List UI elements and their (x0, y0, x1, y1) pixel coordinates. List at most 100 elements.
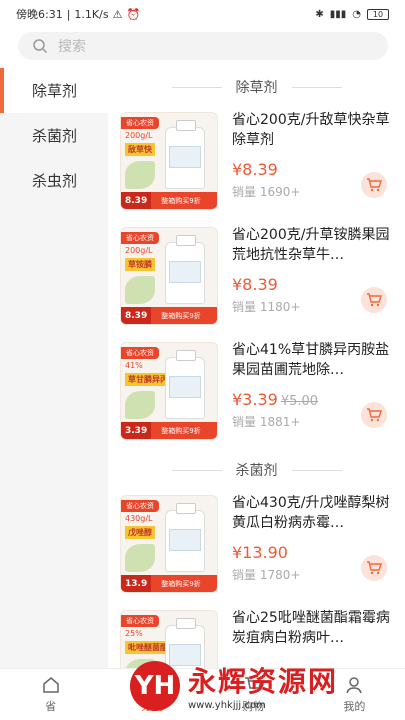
add-to-cart-button[interactable] (361, 555, 387, 581)
product-image[interactable]: 省心农资 41% 草甘膦异丙胺盐 3.39 整箱购买9折 (120, 342, 218, 440)
wifi-icon: ◔ (352, 8, 361, 20)
product-item[interactable]: 省心农资 430g/L 戊唑醇 13.9 整箱购买9折 省心430克/升戊唑醇梨… (108, 489, 405, 604)
image-price-bar: 13.9 整箱购买9折 (121, 575, 217, 592)
bottle-icon (165, 235, 205, 304)
product-price: ¥13.90 (232, 543, 288, 562)
bluetooth-icon: ✱ (315, 8, 324, 20)
product-item[interactable]: 省心农资 25% 吡唑醚菌酯 省心25吡唑醚菌酯霜霉病炭疽病白粉病叶… (108, 604, 405, 668)
add-to-cart-button[interactable] (361, 287, 387, 313)
image-spec: 200g/L (125, 131, 153, 140)
product-image[interactable]: 省心农资 430g/L 戊唑醇 13.9 整箱购买9折 (120, 495, 218, 593)
cart-icon (367, 408, 382, 422)
add-to-cart-button[interactable] (361, 402, 387, 428)
image-price-bar: 3.39 整箱购买9折 (121, 422, 217, 439)
home-icon (42, 677, 59, 693)
nav-profile[interactable]: 我的 (304, 669, 405, 720)
sidebar-item-label: 除草剂 (32, 82, 78, 100)
cart-icon (245, 677, 263, 689)
search-bar-container: 搜索 (0, 28, 405, 68)
product-title[interactable]: 省心200克/升敌草快杂草除草剂 (232, 110, 392, 150)
image-spec: 200g/L (125, 246, 153, 255)
image-bar-text: 整箱购买9折 (161, 426, 201, 435)
status-bar: 傍晚6:31 | 1.1K/s ⚠ ⏰ ✱ ▮▮▮ ◔ 10 (0, 0, 405, 28)
product-item[interactable]: 省心农资 200g/L 敌草快 8.39 整箱购买9折 省心200克/升敌草快杂… (108, 106, 405, 221)
image-price: 8.39 (121, 192, 152, 209)
product-title[interactable]: 省心430克/升戊唑醇梨树黄瓜白粉病赤霉… (232, 493, 392, 533)
bottom-nav: 省 分类 购物 我的 (0, 668, 405, 720)
product-title[interactable]: 省心25吡唑醚菌酯霜霉病炭疽病白粉病叶… (232, 608, 392, 648)
notification-icon: ⚠ (112, 7, 123, 21)
nav-home[interactable]: 省 (0, 669, 101, 720)
image-product-name: 戊唑醇 (125, 526, 155, 539)
brand-tag: 省心农资 (121, 117, 159, 129)
search-input[interactable]: 搜索 (18, 32, 388, 60)
image-price: 8.39 (121, 307, 152, 324)
image-product-name: 草铵膦 (125, 258, 155, 271)
product-item[interactable]: 省心农资 41% 草甘膦异丙胺盐 3.39 整箱购买9折 省心41%草甘膦异丙胺… (108, 336, 405, 451)
bottle-icon (165, 350, 205, 419)
brand-tag: 省心农资 (121, 615, 159, 627)
sidebar-item-label: 杀菌剂 (32, 127, 78, 145)
nav-label: 省 (45, 700, 57, 713)
section-header: 杀菌剂 (108, 451, 405, 489)
image-spec: 25% (125, 629, 143, 638)
image-price-bar: 8.39 整箱购买9折 (121, 192, 217, 209)
image-price: 3.39 (121, 422, 152, 439)
brand-tag: 省心农资 (121, 232, 159, 244)
leaf-decoration (125, 161, 155, 189)
sidebar-item-herbicide[interactable]: 除草剂 (0, 68, 108, 113)
category-icon (143, 676, 161, 694)
product-price: ¥8.39 (232, 160, 278, 179)
search-placeholder: 搜索 (58, 39, 86, 55)
signal-icon: ▮▮▮ (329, 8, 347, 20)
cart-icon (367, 293, 382, 307)
sidebar-item-fungicide[interactable]: 杀菌剂 (0, 113, 108, 158)
brand-tag: 省心农资 (121, 500, 159, 512)
sidebar-item-label: 杀虫剂 (32, 172, 78, 190)
search-icon (33, 39, 48, 54)
category-sidebar: 除草剂 杀菌剂 杀虫剂 (0, 68, 108, 668)
brand-tag: 省心农资 (121, 347, 159, 359)
nav-label: 购物 (242, 700, 265, 713)
alarm-icon: ⏰ (126, 7, 141, 21)
image-spec: 430g/L (125, 514, 153, 523)
image-bar-text: 整箱购买9折 (161, 579, 201, 588)
section-header: 除草剂 (108, 68, 405, 106)
image-product-name: 敌草快 (125, 143, 155, 156)
user-icon (346, 677, 363, 694)
nav-label: 我的 (343, 700, 366, 713)
product-image[interactable]: 省心农资 200g/L 敌草快 8.39 整箱购买9折 (120, 112, 218, 210)
nav-cart[interactable]: 购物 (203, 669, 304, 720)
bottle-icon (165, 120, 205, 189)
product-info: 省心25吡唑醚菌酯霜霉病炭疽病白粉病叶… (232, 608, 392, 648)
product-list[interactable]: 除草剂 省心农资 200g/L 敌草快 8.39 整箱购买9折 省心200克/升… (108, 68, 405, 668)
cart-icon (367, 178, 382, 192)
leaf-decoration (125, 276, 155, 304)
section-title: 杀菌剂 (235, 463, 278, 479)
status-time: 傍晚6:31 (16, 8, 63, 21)
product-item[interactable]: 省心农资 200g/L 草铵膦 8.39 整箱购买9折 省心200克/升草铵膦果… (108, 221, 405, 336)
product-title[interactable]: 省心200克/升草铵膦果园荒地抗性杂草牛… (232, 225, 392, 265)
product-title[interactable]: 省心41%草甘膦异丙胺盐果园苗圃荒地除… (232, 340, 392, 380)
product-price: ¥3.39 (232, 390, 278, 409)
bottle-icon (165, 503, 205, 572)
status-speed: 1.1K/s (74, 7, 109, 21)
nav-category[interactable]: 分类 (101, 669, 202, 720)
leaf-decoration (125, 659, 155, 668)
add-to-cart-button[interactable] (361, 172, 387, 198)
cart-icon (367, 561, 382, 575)
nav-label: 分类 (140, 700, 163, 713)
bottle-icon (165, 618, 205, 668)
image-bar-text: 整箱购买9折 (161, 311, 201, 320)
leaf-decoration (125, 544, 155, 572)
product-image[interactable]: 省心农资 200g/L 草铵膦 8.39 整箱购买9折 (120, 227, 218, 325)
original-price: ¥5.00 (280, 394, 319, 409)
image-spec: 41% (125, 361, 143, 370)
section-title: 除草剂 (235, 80, 278, 96)
leaf-decoration (125, 391, 155, 419)
battery-icon: 10 (367, 8, 389, 20)
product-price: ¥8.39 (232, 275, 278, 294)
sidebar-item-insecticide[interactable]: 杀虫剂 (0, 158, 108, 203)
product-image[interactable]: 省心农资 25% 吡唑醚菌酯 (120, 610, 218, 668)
image-bar-text: 整箱购买9折 (161, 196, 201, 205)
